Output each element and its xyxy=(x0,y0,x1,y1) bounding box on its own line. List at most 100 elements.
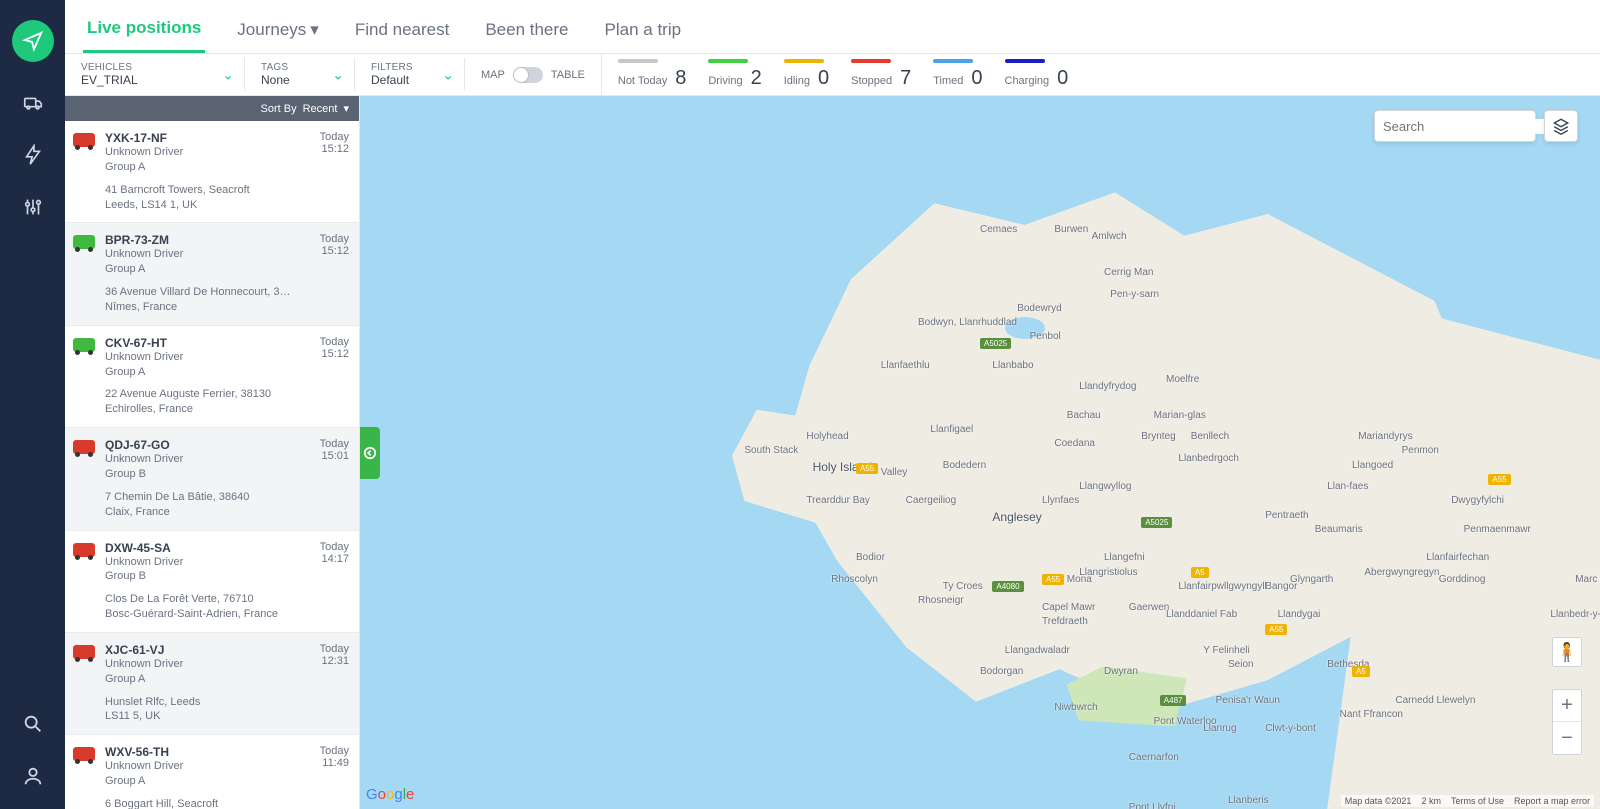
top-tabs: Live positions Journeys▾ Find nearest Be… xyxy=(65,0,1600,54)
tab-find-nearest[interactable]: Find nearest xyxy=(351,10,454,53)
zoom-out-button[interactable]: − xyxy=(1553,722,1581,754)
vehicle-time: Today15:01 xyxy=(320,438,349,519)
map-search[interactable] xyxy=(1374,110,1536,142)
map-place-label: Bodedern xyxy=(943,460,986,471)
map-place-label: Cemaes xyxy=(980,224,1017,235)
vehicle-address: 22 Avenue Auguste Ferrier, 38130Echiroll… xyxy=(105,387,310,417)
tab-plan-a-trip[interactable]: Plan a trip xyxy=(601,10,686,53)
map-place-label: Rhosneigr xyxy=(918,595,964,606)
vehicle-time: Today15:12 xyxy=(320,336,349,417)
map-place-label: Dwygyfylchi xyxy=(1451,495,1504,506)
vehicle-item[interactable]: WXV-56-TH Unknown Driver Group A 6 Bogga… xyxy=(65,735,359,809)
status-charging[interactable]: Charging0 xyxy=(1005,59,1069,90)
vehicle-icon xyxy=(73,745,95,809)
zoom-in-button[interactable]: + xyxy=(1553,690,1581,722)
map-place-label: Pont Llyfni xyxy=(1129,802,1176,809)
sort-bar[interactable]: Sort By Recent ▾ xyxy=(65,96,359,121)
vehicle-plate: WXV-56-TH xyxy=(105,745,310,759)
vehicle-item[interactable]: QDJ-67-GO Unknown Driver Group B 7 Chemi… xyxy=(65,428,359,530)
map-place-label: Clwt-y-bont xyxy=(1265,723,1316,734)
vehicle-group: Group B xyxy=(105,467,310,482)
map-place-label: Gaerwen xyxy=(1129,602,1170,613)
search-input[interactable] xyxy=(1383,119,1559,134)
map-place-label: Penbol xyxy=(1030,331,1061,342)
vehicle-item[interactable]: CKV-67-HT Unknown Driver Group A 22 Aven… xyxy=(65,326,359,428)
vehicle-item[interactable]: BPR-73-ZM Unknown Driver Group A 36 Aven… xyxy=(65,223,359,325)
map[interactable]: CemaesBurwenAmlwchCerrig ManPen-y-sarnBo… xyxy=(360,96,1600,809)
map-place-label: Bodwyn, Llanrhuddlad xyxy=(918,317,1017,328)
vehicle-icon xyxy=(73,541,95,622)
google-logo: Google xyxy=(366,786,414,803)
nav-fleet-icon[interactable] xyxy=(22,92,44,114)
map-place-label: Brynteg xyxy=(1141,431,1175,442)
map-place-label: Anglesey xyxy=(992,510,1041,524)
map-place-label: Llan-faes xyxy=(1327,481,1368,492)
map-footer: Map data ©2021 2 km Terms of Use Report … xyxy=(1341,795,1594,807)
vehicle-plate: QDJ-67-GO xyxy=(105,438,310,452)
status-not-today[interactable]: Not Today8 xyxy=(618,59,686,90)
vehicle-item[interactable]: XJC-61-VJ Unknown Driver Group A Hunslet… xyxy=(65,633,359,735)
road-shield: A5 xyxy=(1191,567,1209,578)
vehicle-address: 6 Boggart Hill, SeacroftLeeds, LS14 1, U… xyxy=(105,797,310,809)
vehicle-time: Today12:31 xyxy=(320,643,349,724)
map-place-label: Caernarfon xyxy=(1129,752,1179,763)
road-shield: A487 xyxy=(1160,695,1187,706)
map-place-label: Llanfaethlu xyxy=(881,360,930,371)
main: Live positions Journeys▾ Find nearest Be… xyxy=(65,0,1600,809)
vehicle-address: 41 Barncroft Towers, SeacroftLeeds, LS14… xyxy=(105,183,310,213)
map-table-toggle[interactable]: MAP TABLE xyxy=(465,54,602,95)
switch[interactable] xyxy=(513,67,543,83)
map-place-label: Seion xyxy=(1228,659,1254,670)
nav-account-icon[interactable] xyxy=(22,765,44,787)
filter-tags[interactable]: TAGS None ⌄ xyxy=(245,58,355,91)
vehicle-plate: YXK-17-NF xyxy=(105,131,310,145)
filter-filters[interactable]: FILTERS Default ⌄ xyxy=(355,58,465,91)
map-place-label: Burwen xyxy=(1054,224,1088,235)
status-strip: Not Today8 Driving2 Idling0 Stopped7 Tim… xyxy=(602,59,1084,90)
vehicle-item[interactable]: YXK-17-NF Unknown Driver Group A 41 Barn… xyxy=(65,121,359,223)
tab-live-positions[interactable]: Live positions xyxy=(83,10,205,53)
status-idling[interactable]: Idling0 xyxy=(784,59,829,90)
vehicle-group: Group A xyxy=(105,774,310,789)
vehicle-item[interactable]: DXW-45-SA Unknown Driver Group B Clos De… xyxy=(65,531,359,633)
status-stopped[interactable]: Stopped7 xyxy=(851,59,911,90)
chevron-down-icon: ▾ xyxy=(310,20,319,40)
sort-value: Recent xyxy=(303,103,338,115)
collapse-panel-button[interactable] xyxy=(360,427,380,479)
map-place-label: Valley xyxy=(881,467,908,478)
filter-vehicles[interactable]: VEHICLES EV_TRIAL ⌄ xyxy=(65,58,245,91)
map-place-label: Marian-glas xyxy=(1154,410,1206,421)
vehicle-group: Group A xyxy=(105,365,310,380)
status-timed[interactable]: Timed0 xyxy=(933,59,982,90)
map-place-label: Bangor xyxy=(1265,581,1297,592)
vehicle-icon xyxy=(73,438,95,519)
map-place-label: Trearddur Bay xyxy=(806,495,870,506)
left-rail xyxy=(0,0,65,809)
nav-charging-icon[interactable] xyxy=(22,144,44,166)
tab-been-there[interactable]: Been there xyxy=(481,10,572,53)
streetview-pegman[interactable]: 🧍 xyxy=(1552,637,1582,667)
tab-journeys[interactable]: Journeys▾ xyxy=(233,10,323,53)
nav-settings-icon[interactable] xyxy=(22,196,44,218)
road-shield: A55 xyxy=(856,463,878,474)
map-place-label: Pentraeth xyxy=(1265,510,1308,521)
map-place-label: Carnedd Llewelyn xyxy=(1395,695,1475,706)
map-place-label: Llanbedrgoch xyxy=(1178,453,1239,464)
nav-search-icon[interactable] xyxy=(22,713,44,735)
map-place-label: Y Felinheli xyxy=(1203,645,1250,656)
filter-bar: VEHICLES EV_TRIAL ⌄ TAGS None ⌄ FILTERS … xyxy=(65,54,1600,96)
vehicle-group: Group A xyxy=(105,672,310,687)
road-shield: A55 xyxy=(1488,474,1510,485)
vehicle-driver: Unknown Driver xyxy=(105,555,310,570)
nav-live-icon[interactable] xyxy=(12,20,54,62)
status-driving[interactable]: Driving2 xyxy=(708,59,761,90)
vehicle-plate: BPR-73-ZM xyxy=(105,233,310,247)
map-place-label: Penmon xyxy=(1402,445,1439,456)
map-layers-button[interactable] xyxy=(1544,110,1578,142)
map-place-label: Ty Croes xyxy=(943,581,983,592)
map-place-label: Bachau xyxy=(1067,410,1101,421)
vehicle-icon xyxy=(73,643,95,724)
map-place-label: Llanfairpwllgwyngyll xyxy=(1178,581,1266,592)
map-place-label: Llandygai xyxy=(1278,609,1321,620)
vehicle-driver: Unknown Driver xyxy=(105,350,310,365)
